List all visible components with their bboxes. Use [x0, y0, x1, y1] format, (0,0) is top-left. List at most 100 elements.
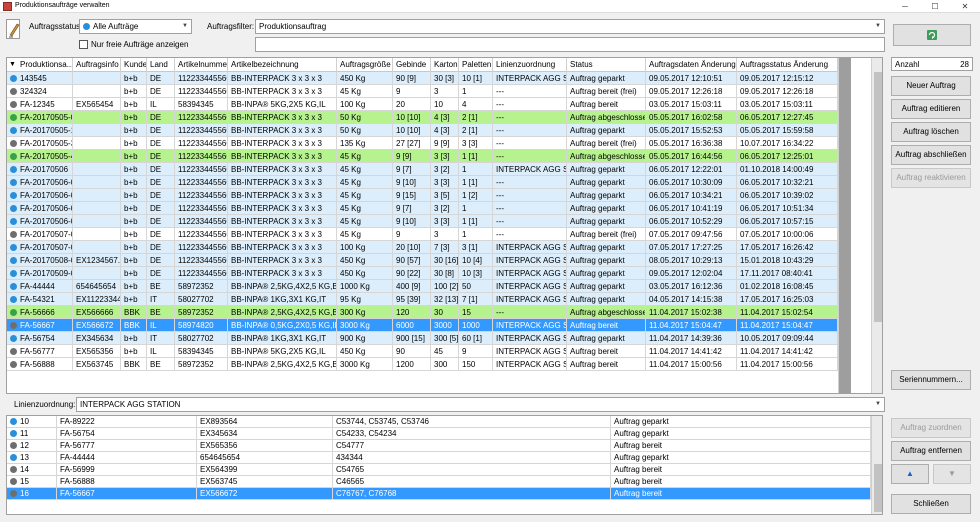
column-header[interactable]: Artikelnummer	[175, 58, 228, 72]
table-cell: 10 [4]	[459, 254, 493, 267]
table-row[interactable]: FA-20170507-01 b+bDE112233445566BB-INTERP…	[7, 228, 838, 241]
table-cell: 9	[393, 228, 431, 241]
table-cell: FA-20170509-01	[7, 267, 73, 280]
table-row[interactable]: 324324 b+b DE 112233445566 BB-INTERPACK 3 x …	[7, 85, 838, 98]
table-cell: FA-20170506	[7, 163, 73, 176]
table-row[interactable]: FA-20170508-01EX1234567...b+bDE112233445…	[7, 254, 838, 267]
table-row[interactable]: FA-20170505-4 b+b DE 112233445566 BB-INTERPA…	[7, 150, 838, 163]
column-header[interactable]: Gebinde	[393, 58, 431, 72]
move-up-button[interactable]: ▲	[891, 464, 929, 484]
new-order-button[interactable]: Neuer Auftrag	[891, 76, 971, 96]
table-cell: FA-20170505-4	[7, 150, 73, 163]
table-cell: 3	[431, 85, 459, 98]
column-header[interactable]: Auftragsstatus Änderung	[737, 58, 838, 72]
reactivate-order-button[interactable]: Auftrag reaktivieren	[891, 168, 971, 188]
table-cell: EX1234567...	[73, 254, 121, 267]
remove-order-button[interactable]: Auftrag entfernen	[891, 441, 971, 461]
table-cell: b+b	[121, 332, 147, 345]
table-cell: 10 [3]	[459, 267, 493, 280]
sequence-number: 16	[20, 489, 29, 498]
column-header[interactable]: Auftragsinfo	[73, 58, 121, 72]
table-row[interactable]: FA-44444 654645654 b+b BE 58972352 BB-INPA® 2…	[7, 280, 838, 293]
search-input[interactable]	[255, 37, 885, 52]
table-cell: BE	[147, 280, 175, 293]
linienzuordnung-select[interactable]: INTERPACK AGG STATION ▼	[76, 397, 885, 412]
status-dot-icon	[10, 442, 17, 449]
auftragsfilter-select[interactable]: Produktionsauftrag ▼	[255, 19, 885, 34]
table-row[interactable]: FA-20170505-02 b+bDE112233445566BB-INTERP…	[7, 111, 838, 124]
column-header[interactable]: Auftragsdaten Änderung	[646, 58, 737, 72]
column-header[interactable]: Karton	[431, 58, 459, 72]
table-cell: 11.04.2017 15:00:56	[737, 358, 838, 371]
table-row[interactable]: 143545 b+b DE 112233445566 BB-INTERPACK 3 x …	[7, 72, 838, 85]
table-cell: IL	[147, 319, 175, 332]
line-orders-scrollbar[interactable]	[871, 416, 882, 514]
table-cell: IT	[147, 293, 175, 306]
table-row[interactable]: FA-20170506-01 b+bDE112233445566BB-INTERP…	[7, 176, 838, 189]
column-header[interactable]: ▼ Produktionsa...	[7, 58, 73, 72]
column-header[interactable]: Artikelbezeichnung	[228, 58, 337, 72]
list-item[interactable]: 10 FA-89222 EX893564 C53744, C53745, C53746…	[7, 416, 871, 428]
table-cell: EX345634	[197, 428, 333, 440]
table-row[interactable]: FA-20170509-01 b+bDE112233445566BB-INTERP…	[7, 267, 838, 280]
table-row[interactable]: FA-20170505-1 b+b DE 112233445566 BB-INTERPA…	[7, 124, 838, 137]
status-dot-icon	[10, 231, 17, 238]
table-row[interactable]: FA-20170507-02 b+bDE112233445566BB-INTERP…	[7, 241, 838, 254]
list-item[interactable]: 11 FA-56754 EX345634 C54233, C54234 Auftrag …	[7, 428, 871, 440]
table-row[interactable]: FA-20170506-04 b+bDE112233445566BB-INTERP…	[7, 215, 838, 228]
assign-order-button[interactable]: Auftrag zuordnen	[891, 418, 971, 438]
close-button[interactable]: Schließen	[891, 494, 971, 514]
refresh-icon	[927, 30, 937, 40]
refresh-button[interactable]	[893, 24, 971, 46]
column-header[interactable]: Auftragsgröße	[337, 58, 393, 72]
column-header[interactable]: Status	[567, 58, 646, 72]
table-row[interactable]: FA-20170506 b+b DE 112233445566 BB-INTERPACK…	[7, 163, 838, 176]
close-window-button[interactable]: ✕	[950, 0, 980, 13]
line-orders-table[interactable]: 10 FA-89222 EX893564 C53744, C53745, C53746…	[6, 415, 883, 515]
list-item[interactable]: 16 FA-56667 EX566672 C76767, C76768 Auftrag …	[7, 488, 871, 500]
list-item[interactable]: 14 FA-56999 EX564399 C54765 Auftrag bereit	[7, 464, 871, 476]
column-header[interactable]: Linienzuordnung	[493, 58, 567, 72]
auftragsstatus-select[interactable]: Alle Aufträge ▼	[79, 19, 192, 34]
line-orders-scroll-thumb[interactable]	[874, 464, 882, 512]
list-item[interactable]: 12 FA-56777 EX565356 C54777 Auftrag bereit	[7, 440, 871, 452]
table-cell: 45 Kg	[337, 85, 393, 98]
table-cell: BB-INTERPACK 3 x 3 x 3	[228, 124, 337, 137]
column-header[interactable]: Paletten	[459, 58, 493, 72]
column-header[interactable]: Land	[147, 58, 175, 72]
column-header[interactable]: Kunde	[121, 58, 147, 72]
table-cell: 58972352	[175, 306, 228, 319]
table-row[interactable]: FA-56777 EX565356 b+b IL 58394345 BB-INPA® 5K…	[7, 345, 838, 358]
list-item[interactable]: 15 FA-56888 EX563745 C46565 Auftrag bereit	[7, 476, 871, 488]
table-cell: FA-56754	[57, 428, 197, 440]
close-order-button[interactable]: Auftrag abschließen	[891, 145, 971, 165]
orders-scroll-thumb[interactable]	[874, 72, 882, 322]
table-row[interactable]: FA-12345 EX565454 b+b IL 58394345 BB-INPA® 5K…	[7, 98, 838, 111]
table-row[interactable]: FA-20170506-02 b+bDE112233445566BB-INTERP…	[7, 189, 838, 202]
table-row[interactable]: FA-20170505-3 b+b DE 112233445566 BB-INTERPA…	[7, 137, 838, 150]
table-row[interactable]: FA-56667 EX566672 BBK IL 58974820 BB-INPA® 0,…	[7, 319, 838, 332]
table-cell: 58394345	[175, 345, 228, 358]
sequence-number: 11	[20, 429, 29, 438]
table-cell: DE	[147, 124, 175, 137]
table-row[interactable]: FA-56888 EX563745 BBK BE 58972352 BB-INPA® 2,…	[7, 358, 838, 371]
table-cell: 06.05.2017 10:51:34	[737, 202, 838, 215]
order-number: FA-20170505-4	[20, 152, 73, 161]
table-row[interactable]: FA-56754 EX345634 b+b IT 58027702 BB-INPA® 1K…	[7, 332, 838, 345]
move-down-button[interactable]: ▼	[933, 464, 971, 484]
table-cell: 112233445566	[175, 137, 228, 150]
edit-order-button[interactable]: Auftrag editieren	[891, 99, 971, 119]
table-row[interactable]: FA-20170506-03 b+bDE112233445566BB-INTERP…	[7, 202, 838, 215]
delete-order-button[interactable]: Auftrag löschen	[891, 122, 971, 142]
table-row[interactable]: FA-54321 EX11223344 b+b IT 58027702 BB-INPA® …	[7, 293, 838, 306]
table-cell: 3000 Kg	[337, 319, 393, 332]
table-cell: 9 [10]	[393, 176, 431, 189]
free-only-checkbox[interactable]	[79, 40, 88, 49]
serial-numbers-button[interactable]: Seriennummern...	[891, 370, 971, 390]
orders-scrollbar[interactable]	[871, 58, 882, 393]
minimize-button[interactable]: ─	[890, 0, 920, 13]
maximize-button[interactable]: ☐	[920, 0, 950, 13]
table-row[interactable]: FA-56666 EX566666 BBK BE 58972352 BB-INPA® 2,…	[7, 306, 838, 319]
list-item[interactable]: 13 FA-44444 654645654 434344 Auftrag geparkt	[7, 452, 871, 464]
orders-table[interactable]: ▼ Produktionsa... Auftragsinfo Kunde Land Art…	[6, 57, 883, 394]
